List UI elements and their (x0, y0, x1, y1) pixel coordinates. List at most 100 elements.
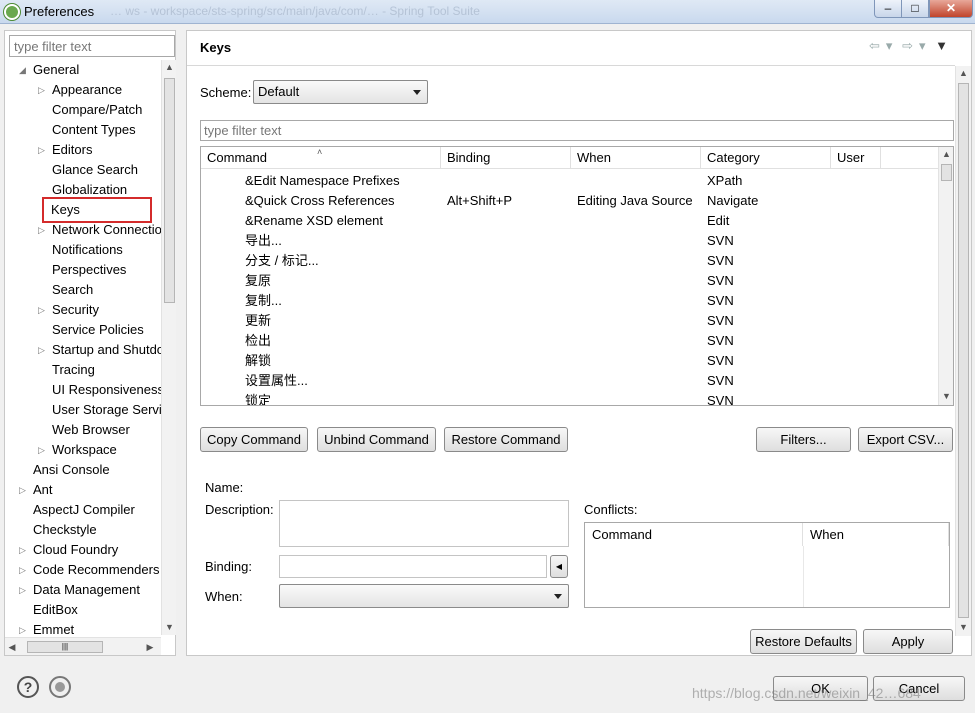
apply-button[interactable]: Apply (863, 629, 953, 654)
tree-collapsed-icon[interactable]: ▷ (38, 440, 46, 460)
table-row[interactable]: 锁定 SVN (201, 391, 938, 405)
tree-item-perspectives[interactable]: Perspectives (52, 260, 126, 280)
tree-collapsed-icon[interactable]: ▷ (19, 620, 27, 635)
tree-item-data-management[interactable]: Data Management (33, 580, 140, 600)
tree-item-glance-search[interactable]: Glance Search (52, 160, 138, 180)
column-header-when[interactable]: When (571, 147, 701, 169)
tree-collapsed-icon[interactable]: ▷ (19, 540, 27, 560)
tree-collapsed-icon[interactable]: ▷ (38, 80, 46, 100)
scroll-down-icon[interactable]: ▼ (162, 620, 177, 635)
table-row[interactable]: &Quick Cross References Alt+Shift+P Editin… (201, 191, 938, 211)
cell-when: Editing Java Source (577, 193, 693, 208)
back-icon[interactable]: ⇦ (869, 38, 880, 53)
table-row[interactable]: 分支 / 标记... SVN (201, 251, 938, 271)
scroll-up-icon[interactable]: ▲ (162, 60, 177, 75)
maximize-button[interactable]: □ (901, 0, 929, 18)
tree-expanded-icon[interactable]: ◢ (19, 60, 27, 80)
tree-collapsed-icon[interactable]: ▷ (19, 580, 27, 600)
forward-menu-icon[interactable]: ▾ (919, 38, 926, 53)
conflicts-column-command[interactable]: Command (585, 523, 803, 546)
tree-item-appearance[interactable]: Appearance (52, 80, 122, 100)
scroll-thumb[interactable] (958, 83, 969, 618)
view-menu-icon[interactable]: ▼ (935, 38, 948, 53)
scroll-thumb[interactable] (941, 164, 952, 181)
scroll-up-icon[interactable]: ▲ (956, 66, 971, 81)
table-row[interactable]: &Edit Namespace Prefixes XPath (201, 171, 938, 191)
conflicts-table[interactable]: Command When (584, 522, 950, 608)
sidebar-filter-input[interactable]: type filter text (9, 35, 175, 57)
back-menu-icon[interactable]: ▾ (886, 38, 893, 53)
tree-item-editbox[interactable]: EditBox (33, 600, 78, 620)
unbind-command-button[interactable]: Unbind Command (317, 427, 436, 452)
table-row[interactable]: 导出... SVN (201, 231, 938, 251)
filters-button[interactable]: Filters... (756, 427, 851, 452)
tree-item-content-types[interactable]: Content Types (52, 120, 136, 140)
table-row[interactable]: 设置属性... SVN (201, 371, 938, 391)
copy-command-button[interactable]: Copy Command (200, 427, 308, 452)
conflicts-column-when[interactable]: When (803, 523, 949, 546)
scroll-down-icon[interactable]: ▼ (956, 620, 971, 635)
tree-horizontal-scrollbar[interactable]: ◀ ||| ▶ (5, 637, 161, 655)
tree-item-tracing[interactable]: Tracing (52, 360, 95, 380)
close-button[interactable]: ✕ (929, 0, 973, 18)
key-bindings-table[interactable]: Command ˄ Binding When Category User &Edi… (200, 146, 954, 406)
table-row[interactable]: 复原 SVN (201, 271, 938, 291)
tree-collapsed-icon[interactable]: ▷ (38, 140, 46, 160)
tree-item-code-recommenders[interactable]: Code Recommenders (33, 560, 159, 580)
minimize-button[interactable]: – (874, 0, 902, 18)
tree-collapsed-icon[interactable]: ▷ (38, 300, 46, 320)
scroll-thumb[interactable] (164, 78, 175, 303)
binding-menu-button[interactable]: ◀ (550, 555, 568, 578)
tree-collapsed-icon[interactable]: ▷ (38, 340, 46, 360)
tree-item-aspectj-compiler[interactable]: AspectJ Compiler (33, 500, 135, 520)
tree-item-cloud-foundry[interactable]: Cloud Foundry (33, 540, 118, 560)
scheme-select[interactable]: Default (253, 80, 428, 104)
export-csv-button[interactable]: Export CSV... (858, 427, 953, 452)
tree-item-user-storage-service[interactable]: User Storage Service (52, 400, 161, 420)
scroll-down-icon[interactable]: ▼ (939, 389, 953, 404)
tree-collapsed-icon[interactable]: ▷ (19, 480, 27, 500)
column-header-binding[interactable]: Binding (441, 147, 571, 169)
column-header-user[interactable]: User (831, 147, 881, 169)
table-row[interactable]: 解锁 SVN (201, 351, 938, 371)
table-row[interactable]: 更新 SVN (201, 311, 938, 331)
tree-item-compare-patch[interactable]: Compare/Patch (52, 100, 142, 120)
tree-item-security[interactable]: Security (52, 300, 99, 320)
scroll-left-icon[interactable]: ◀ (7, 640, 17, 655)
tree-vertical-scrollbar[interactable]: ▲ ▼ (161, 60, 176, 635)
tree-item-ansi-console[interactable]: Ansi Console (33, 460, 110, 480)
tree-item-emmet[interactable]: Emmet (33, 620, 74, 635)
forward-icon[interactable]: ⇨ (902, 38, 913, 53)
tree-item-editors[interactable]: Editors (52, 140, 92, 160)
scroll-right-icon[interactable]: ▶ (145, 640, 155, 655)
command-filter-input[interactable]: type filter text (200, 120, 954, 141)
help-icon[interactable]: ? (17, 676, 39, 698)
column-header-command[interactable]: Command ˄ (201, 147, 441, 169)
table-row[interactable]: 检出 SVN (201, 331, 938, 351)
tree-item-general[interactable]: General (33, 60, 79, 80)
tree-item-ui-responsiveness[interactable]: UI Responsiveness (52, 380, 161, 400)
binding-input[interactable] (279, 555, 547, 578)
tree-item-service-policies[interactable]: Service Policies (52, 320, 144, 340)
restore-defaults-button[interactable]: Restore Defaults (750, 629, 857, 654)
page-vertical-scrollbar[interactable]: ▲ ▼ (955, 66, 971, 636)
tree-item-search[interactable]: Search (52, 280, 93, 300)
restore-command-button[interactable]: Restore Command (444, 427, 568, 452)
tree-item-notifications[interactable]: Notifications (52, 240, 123, 260)
tree-item-workspace[interactable]: Workspace (52, 440, 117, 460)
tree-item-network-connections[interactable]: Network Connections (52, 220, 161, 240)
column-header-category[interactable]: Category (701, 147, 831, 169)
tree-collapsed-icon[interactable]: ▷ (38, 220, 46, 240)
tree-item-checkstyle[interactable]: Checkstyle (33, 520, 97, 540)
table-row[interactable]: 复制... SVN (201, 291, 938, 311)
when-select[interactable] (279, 584, 569, 608)
scroll-thumb[interactable]: ||| (27, 641, 103, 653)
table-row[interactable]: &Rename XSD element Edit (201, 211, 938, 231)
tree-item-startup-and-shutdown[interactable]: Startup and Shutdown (52, 340, 161, 360)
tree-item-ant[interactable]: Ant (33, 480, 53, 500)
scroll-up-icon[interactable]: ▲ (939, 147, 953, 162)
record-icon[interactable] (49, 676, 71, 698)
tree-item-web-browser[interactable]: Web Browser (52, 420, 130, 440)
table-vertical-scrollbar[interactable]: ▲ ▼ (938, 147, 953, 405)
tree-collapsed-icon[interactable]: ▷ (19, 560, 27, 580)
